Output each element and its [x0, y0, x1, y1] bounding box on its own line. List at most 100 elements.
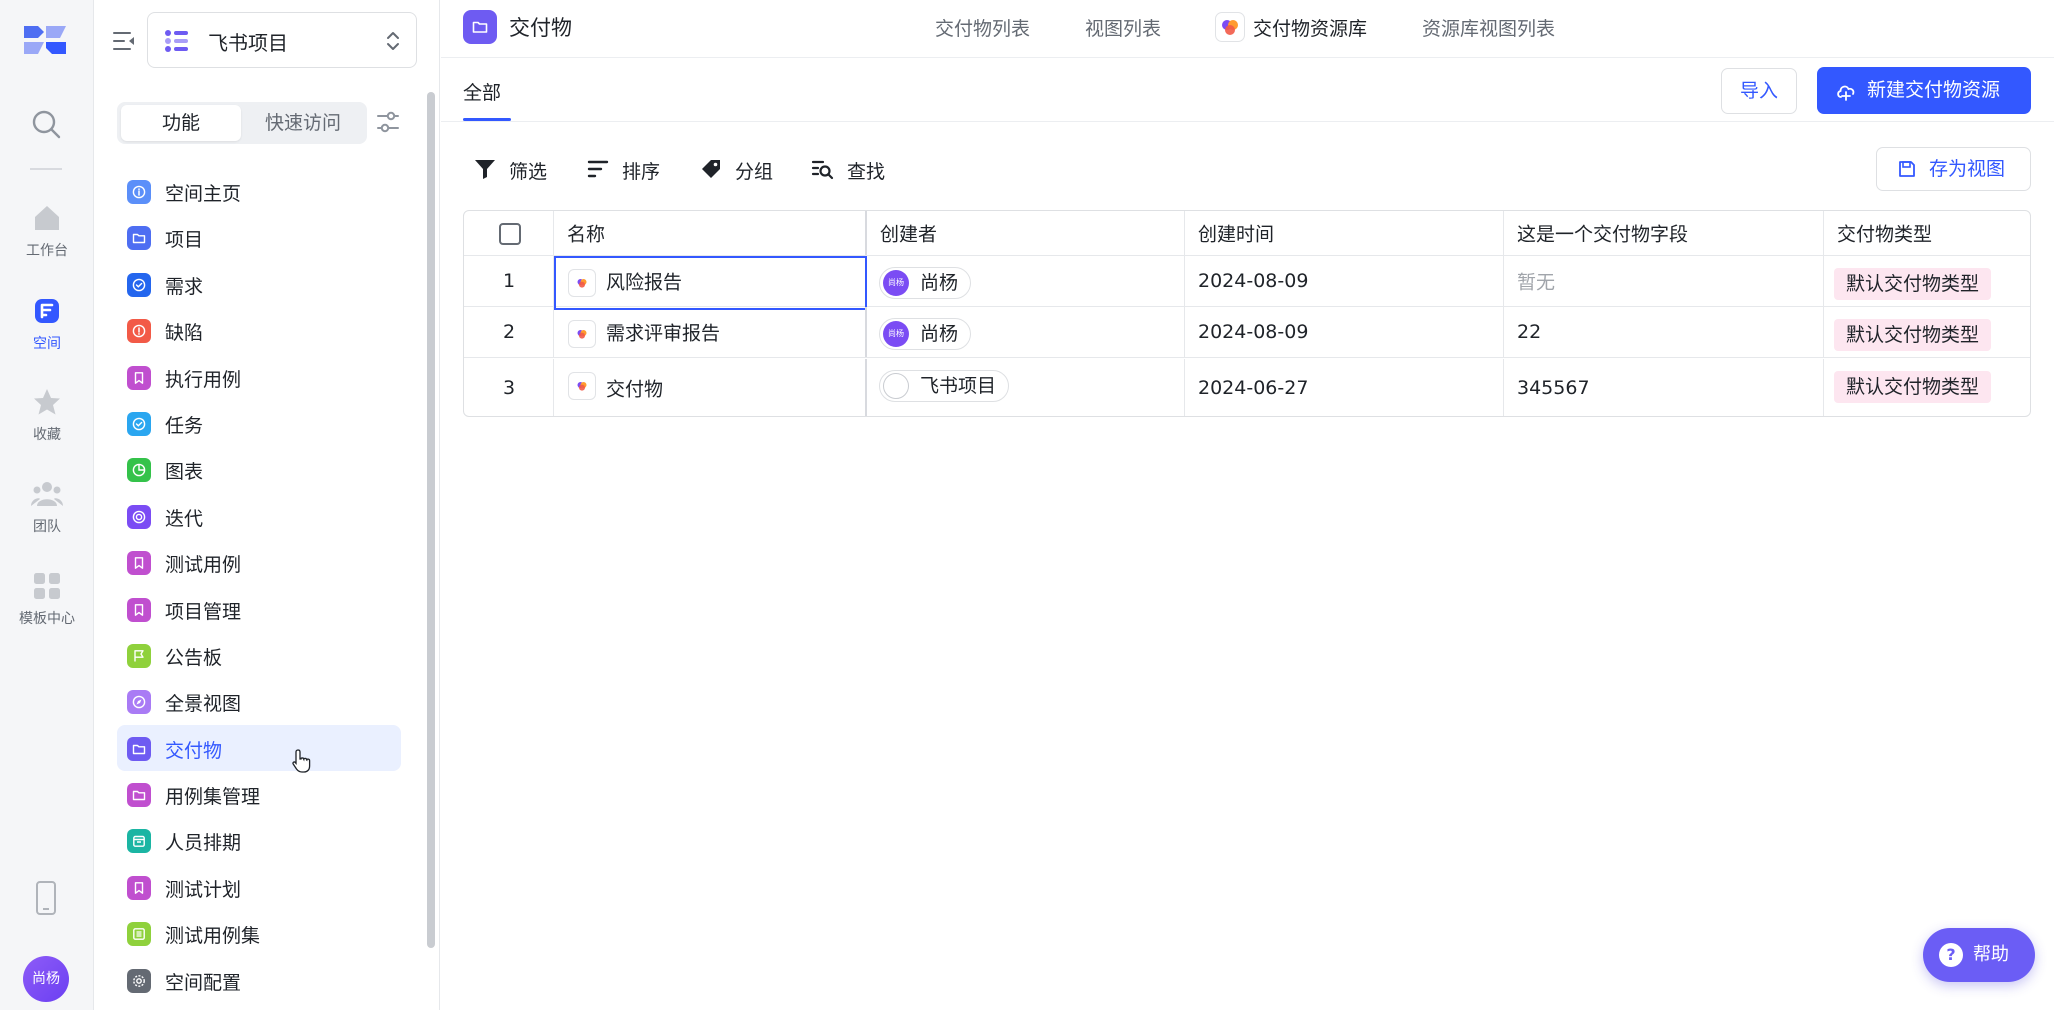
tab-deliverable-list[interactable]: 交付物列表	[935, 14, 1030, 41]
rail-item-team[interactable]: 团队	[0, 478, 94, 548]
creator-avatar: 尚杨	[883, 321, 909, 347]
main-content: 交付物 交付物列表 视图列表 交付物资源库 资源库视图列表 全部 导入 新建交付…	[441, 0, 2054, 1010]
creator-chip[interactable]: 尚杨 尚杨	[879, 267, 972, 299]
save-icon	[1899, 161, 1915, 177]
new-deliverable-resource-button[interactable]: 新建交付物资源	[1817, 67, 2031, 114]
creator-cell[interactable]: 尚杨 尚杨	[867, 256, 1185, 306]
sidebar-item[interactable]: 迭代	[117, 493, 401, 539]
sidebar-item-label: 需求	[165, 275, 204, 298]
created-time-cell[interactable]: 2024-08-09	[1185, 307, 1504, 357]
subheader-divider	[441, 121, 2054, 122]
row-index-cell[interactable]: 2	[464, 307, 554, 357]
creator-cell[interactable]: 尚杨 尚杨	[867, 307, 1185, 357]
column-header[interactable]: 交付物类型	[1824, 211, 2030, 255]
project-icon	[165, 30, 188, 52]
save-as-view-button[interactable]: 存为视图	[1876, 147, 2031, 191]
pie-icon	[127, 458, 151, 483]
bookmark-icon	[127, 551, 151, 576]
row-index-cell[interactable]: 3	[464, 359, 554, 416]
import-button[interactable]: 导入	[1721, 68, 1797, 114]
compass-icon	[127, 690, 151, 715]
deliverable-name[interactable]: 需求评审报告	[606, 319, 720, 346]
sidebar-item[interactable]: 空间主页	[117, 168, 401, 214]
sidebar-item[interactable]: 公告板	[117, 632, 401, 678]
sidebar-item[interactable]: 项目	[117, 214, 401, 260]
custom-field-cell[interactable]: 22	[1504, 307, 1824, 357]
rail-item-workbench[interactable]: 工作台	[0, 202, 94, 272]
table-row[interactable]: 2 需求评审报告 尚杨 尚杨 2024-08-09 22 默认交付物类型	[464, 307, 2030, 358]
sidebar-item[interactable]: 执行用例	[117, 354, 401, 400]
segment-features[interactable]: 功能	[121, 105, 241, 141]
mobile-icon[interactable]	[32, 880, 60, 916]
project-selector[interactable]: 飞书项目	[147, 12, 417, 68]
deliverable-name[interactable]: 交付物	[606, 374, 663, 401]
sidebar-item[interactable]: 用例集管理	[117, 771, 401, 817]
deliverable-type-cell[interactable]: 默认交付物类型	[1824, 256, 2030, 306]
sidebar-item[interactable]: 空间配置	[117, 957, 401, 1003]
tab-resource-library[interactable]: 交付物资源库	[1253, 14, 1367, 41]
custom-field-cell[interactable]: 暂无	[1504, 256, 1824, 306]
column-header[interactable]: 创建时间	[1185, 211, 1504, 255]
column-header[interactable]: 名称	[554, 211, 867, 255]
creator-chip[interactable]: 尚杨 尚杨	[879, 318, 972, 350]
deliverable-folder-icon	[463, 10, 497, 44]
table-row[interactable]: 3 交付物 飞书项目 2024-06-27 345567 默认交付物类型	[464, 359, 2030, 416]
cell-selection-outline	[554, 256, 867, 310]
sidebar-item[interactable]: 测试计划	[117, 864, 401, 910]
sidebar-item[interactable]: 任务	[117, 400, 401, 446]
sidebar-scrollbar[interactable]	[427, 92, 435, 948]
sidebar-item[interactable]: 需求	[117, 261, 401, 307]
sidebar-item[interactable]: 缺陷	[117, 307, 401, 353]
creator-chip[interactable]: 飞书项目	[879, 370, 1010, 402]
sidebar-item-label: 公告板	[165, 646, 223, 669]
sidebar-item-label: 执行用例	[165, 368, 242, 391]
sidebar-item[interactable]: 图表	[117, 446, 401, 492]
collapse-sidebar-icon[interactable]	[111, 28, 137, 54]
column-header[interactable]: 这是一个交付物字段	[1504, 211, 1824, 255]
row-index: 1	[502, 270, 516, 292]
select-all-checkbox[interactable]	[499, 223, 521, 245]
tab-library-view-list[interactable]: 资源库视图列表	[1422, 14, 1555, 41]
rail-item-templates[interactable]: 模板中心	[0, 570, 94, 640]
rail-item-space[interactable]: 空间	[0, 295, 94, 365]
deliverable-type-cell[interactable]: 默认交付物类型	[1824, 307, 2030, 357]
help-label: 帮助	[1973, 944, 2009, 965]
rail-item-favorites[interactable]: 收藏	[0, 386, 94, 456]
segment-quick-access[interactable]: 快速访问	[243, 105, 363, 141]
deliverable-type-tag: 默认交付物类型	[1834, 371, 1992, 403]
column-header-label: 创建者	[880, 223, 938, 246]
table-row[interactable]: 1 风险报告 尚杨 尚杨 2024-08-09 暂无 默认交付物类型	[464, 256, 2030, 310]
deliverable-type-cell[interactable]: 默认交付物类型	[1824, 359, 2030, 416]
sidebar-item[interactable]: 测试用例	[117, 539, 401, 585]
help-button[interactable]: ? 帮助	[1923, 928, 2035, 982]
tab-view-list[interactable]: 视图列表	[1085, 14, 1161, 41]
home-icon	[35, 206, 59, 230]
sidebar-item[interactable]: 人员排期	[117, 817, 401, 863]
sidebar-item[interactable]: 项目管理	[117, 586, 401, 632]
rail-divider	[30, 168, 62, 170]
sidebar-item-label: 交付物	[165, 739, 223, 762]
bookmark-icon	[127, 875, 151, 900]
table-header-row: 名称 创建者 创建时间 这是一个交付物字段 交付物类型	[464, 211, 2030, 256]
sidebar-item[interactable]: 测试用例集	[117, 910, 401, 956]
rail-item-label: 工作台	[26, 243, 68, 259]
sidebar-item[interactable]: 全景视图	[117, 678, 401, 724]
user-avatar[interactable]: 尚杨	[23, 956, 69, 1002]
sidebar-item[interactable]: 交付物	[117, 724, 401, 772]
sidebar-item-label: 人员排期	[165, 832, 242, 855]
name-cell[interactable]: 需求评审报告	[554, 307, 867, 357]
sliders-icon[interactable]	[375, 108, 401, 136]
app-logo-icon[interactable]	[22, 22, 68, 58]
row-index-cell[interactable]: 1	[464, 256, 554, 306]
folder-icon	[127, 783, 151, 808]
tab-all[interactable]: 全部	[463, 78, 501, 105]
column-header[interactable]: 创建者	[867, 211, 1185, 255]
flag-icon	[127, 643, 151, 668]
creator-cell[interactable]: 飞书项目	[867, 359, 1185, 416]
custom-field-cell[interactable]: 345567	[1504, 359, 1824, 416]
name-cell[interactable]: 交付物	[554, 359, 867, 416]
search-icon[interactable]	[30, 108, 62, 140]
created-time-cell[interactable]: 2024-06-27	[1185, 359, 1504, 416]
name-cell[interactable]: 风险报告	[554, 256, 867, 310]
created-time-cell[interactable]: 2024-08-09	[1185, 256, 1504, 306]
